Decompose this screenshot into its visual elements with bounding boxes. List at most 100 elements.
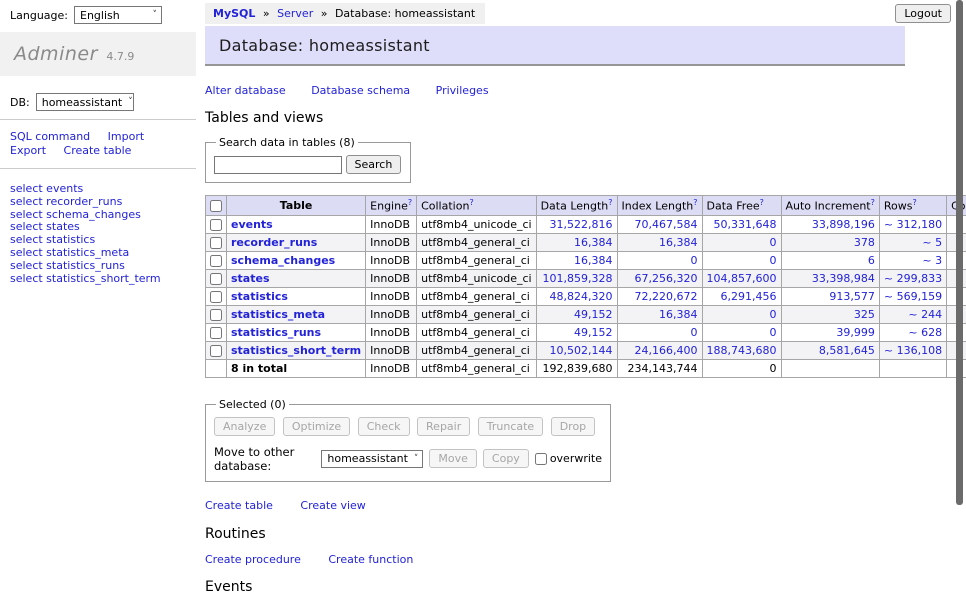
table-header-row: TableEngine?Collation?Data Length?Index … <box>206 196 966 216</box>
analyze-button[interactable]: Analyze <box>214 417 275 436</box>
rows-cell[interactable]: ~ 3 <box>879 251 946 269</box>
column-header-table: Table <box>227 196 366 216</box>
help-icon[interactable]: ? <box>469 198 473 207</box>
table-row-statistics: statisticsInnoDButf8mb4_general_ci48,824… <box>206 287 966 305</box>
help-icon[interactable]: ? <box>608 198 612 207</box>
rows-cell[interactable]: ~ 5 <box>879 233 946 251</box>
language-select-value: English <box>80 9 120 22</box>
create-procedure-link[interactable]: Create procedure <box>205 553 301 566</box>
tables-overview-table: TableEngine?Collation?Data Length?Index … <box>205 195 966 378</box>
total-cell: 192,839,680 <box>536 359 617 377</box>
data-free-cell: 0 <box>702 305 781 323</box>
table-name-cell: events <box>227 215 366 233</box>
create-view-link[interactable]: Create view <box>300 499 365 512</box>
help-icon[interactable]: ? <box>912 198 916 207</box>
truncate-button[interactable]: Truncate <box>478 417 543 436</box>
row-checkbox[interactable] <box>210 219 222 231</box>
sidebar-item-select-statistics-runs[interactable]: select statistics_runs <box>10 260 196 273</box>
total-cell: utf8mb4_general_ci <box>417 359 536 377</box>
row-checkbox[interactable] <box>210 273 222 285</box>
table-row-states: statesInnoDButf8mb4_unicode_ci101,859,32… <box>206 269 966 287</box>
index-length-cell: 70,467,584 <box>617 215 702 233</box>
create-function-link[interactable]: Create function <box>328 553 413 566</box>
create-table-link[interactable]: Create table <box>205 499 273 512</box>
table-link[interactable]: events <box>231 218 273 231</box>
table-link[interactable]: statistics_meta <box>231 308 325 321</box>
routines-heading: Routines <box>205 526 905 542</box>
sidebar-item-select-statistics-meta[interactable]: select statistics_meta <box>10 247 196 260</box>
help-icon[interactable]: ? <box>693 198 697 207</box>
database-schema-link[interactable]: Database schema <box>311 84 410 97</box>
table-row-statistics_runs: statistics_runsInnoDButf8mb4_general_ci4… <box>206 323 966 341</box>
table-link[interactable]: schema_changes <box>231 254 335 267</box>
row-checkbox[interactable] <box>210 309 222 321</box>
help-icon[interactable]: ? <box>760 198 764 207</box>
sidebar-link-sql-command[interactable]: SQL command <box>10 130 90 143</box>
sidebar-item-select-recorder-runs[interactable]: select recorder_runs <box>10 196 196 209</box>
overwrite-label: overwrite <box>550 452 602 465</box>
table-link[interactable]: statistics_runs <box>231 326 321 339</box>
sidebar-link-create-table[interactable]: Create table <box>64 144 132 157</box>
help-icon[interactable]: ? <box>871 198 875 207</box>
auto-increment-cell: 378 <box>781 233 879 251</box>
move-button[interactable]: Move <box>429 449 477 468</box>
sidebar-item-select-statistics-short-term[interactable]: select statistics_short_term <box>10 273 196 286</box>
row-checkbox[interactable] <box>210 237 222 249</box>
db-select[interactable]: homeassistant ˅ <box>36 93 134 111</box>
index-length-cell: 24,166,400 <box>617 341 702 359</box>
search-input[interactable] <box>214 156 342 174</box>
sidebar-link-export[interactable]: Export <box>10 144 46 157</box>
selected-actions: Analyze Optimize Check Repair Truncate D… <box>214 417 602 436</box>
sidebar-link-import[interactable]: Import <box>108 130 145 143</box>
index-length-cell: 16,384 <box>617 305 702 323</box>
copy-button[interactable]: Copy <box>483 449 529 468</box>
index-length-cell: 16,384 <box>617 233 702 251</box>
rows-cell[interactable]: ~ 244 <box>879 305 946 323</box>
search-fieldset: Search data in tables (8) Search <box>205 136 411 183</box>
help-icon[interactable]: ? <box>408 198 412 207</box>
db-select-value: homeassistant <box>42 96 123 109</box>
check-button[interactable]: Check <box>358 417 410 436</box>
collation-cell: utf8mb4_general_ci <box>417 287 536 305</box>
chevron-down-icon: ˅ <box>153 10 158 20</box>
vertical-scrollbar[interactable] <box>956 0 963 505</box>
move-database-select[interactable]: homeassistant ˅ <box>321 450 423 468</box>
repair-button[interactable]: Repair <box>417 417 470 436</box>
row-checkbox[interactable] <box>210 345 222 357</box>
rows-cell[interactable]: ~ 569,159 <box>879 287 946 305</box>
column-header-auto-increment: Auto Increment? <box>781 196 879 216</box>
create-links: Create table Create view <box>205 499 905 512</box>
app-version: 4.7.9 <box>106 50 134 63</box>
data-length-cell: 10,502,144 <box>536 341 617 359</box>
collation-cell: utf8mb4_general_ci <box>417 233 536 251</box>
table-link[interactable]: recorder_runs <box>231 236 317 249</box>
search-button[interactable]: Search <box>346 155 402 174</box>
total-cell: 0 <box>702 359 781 377</box>
rows-cell[interactable]: ~ 136,108 <box>879 341 946 359</box>
table-name-cell: states <box>227 269 366 287</box>
row-checkbox[interactable] <box>210 255 222 267</box>
table-link[interactable]: statistics_short_term <box>231 344 361 357</box>
rows-cell[interactable]: ~ 628 <box>879 323 946 341</box>
rows-cell[interactable]: ~ 299,833 <box>879 269 946 287</box>
row-checkbox[interactable] <box>210 291 222 303</box>
overwrite-checkbox[interactable] <box>535 453 547 465</box>
table-link[interactable]: statistics <box>231 290 288 303</box>
rows-cell[interactable]: ~ 312,180 <box>879 215 946 233</box>
select-all-checkbox[interactable] <box>210 200 222 212</box>
page-title-bar: Database: homeassistant <box>205 26 905 66</box>
privileges-link[interactable]: Privileges <box>436 84 489 97</box>
drop-button[interactable]: Drop <box>551 417 595 436</box>
column-header-data-free: Data Free? <box>702 196 781 216</box>
optimize-button[interactable]: Optimize <box>283 417 350 436</box>
auto-increment-cell: 33,398,984 <box>781 269 879 287</box>
row-checkbox[interactable] <box>210 327 222 339</box>
sidebar-item-select-events[interactable]: select events <box>10 183 196 196</box>
language-select[interactable]: English ˅ <box>74 6 162 24</box>
table-link[interactable]: states <box>231 272 270 285</box>
table-name-cell: statistics_runs <box>227 323 366 341</box>
table-total-row: 8 in totalInnoDButf8mb4_general_ci192,83… <box>206 359 966 377</box>
move-database-select-value: homeassistant <box>327 452 408 465</box>
table-row-events: eventsInnoDButf8mb4_unicode_ci31,522,816… <box>206 215 966 233</box>
alter-database-link[interactable]: Alter database <box>205 84 286 97</box>
